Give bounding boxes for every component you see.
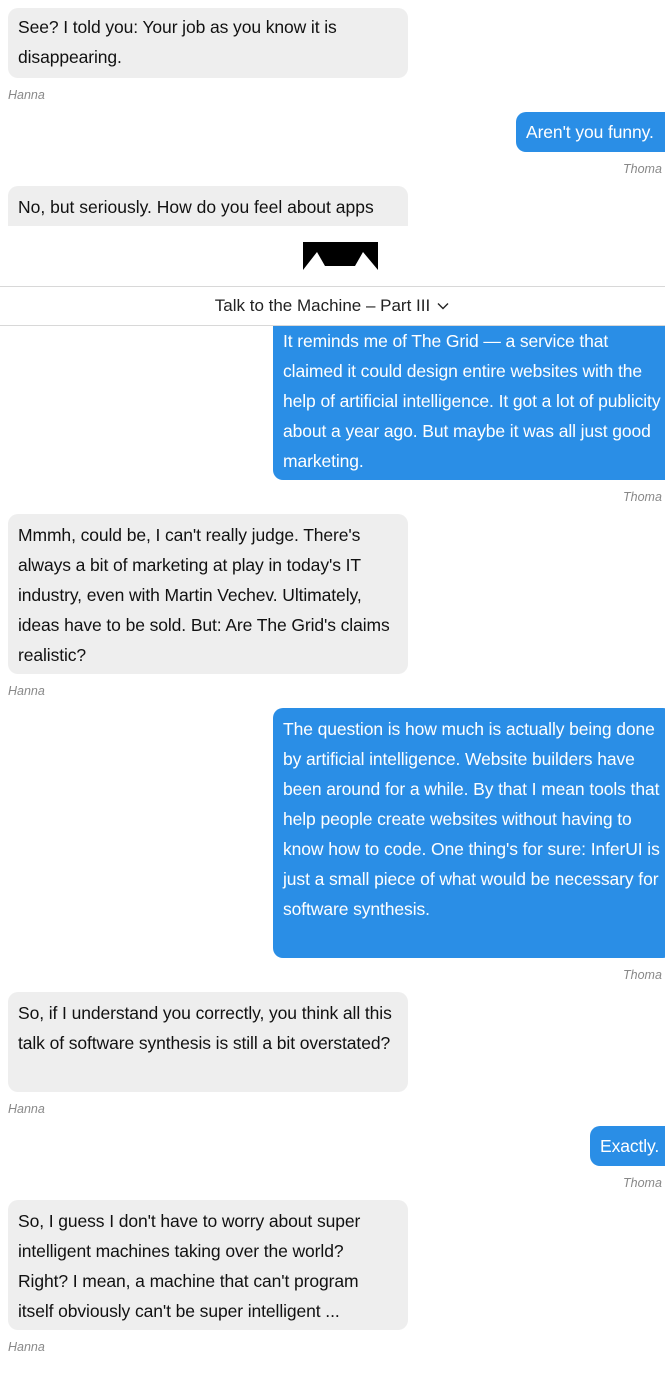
message-bubble-incoming: Mmmh, could be, I can't really judge. Th… — [8, 514, 408, 674]
sender-label: Hanna — [8, 1102, 45, 1116]
sender-label: Hanna — [8, 1340, 45, 1354]
message-text: Mmmh, could be, I can't really judge. Th… — [18, 525, 390, 665]
message-bubble-outgoing: It reminds me of The Grid — a service th… — [273, 326, 665, 480]
sender-label: Thoma — [623, 490, 662, 504]
sender-label: Thoma — [623, 1176, 662, 1190]
message-text: The question is how much is actually bei… — [283, 719, 660, 919]
chat-page: See? I told you: Your job as you know it… — [0, 0, 665, 1375]
message-bubble-incoming: So, if I understand you correctly, you t… — [8, 992, 408, 1092]
message-bubble-outgoing: Exactly. — [590, 1126, 665, 1166]
message-bubble-outgoing: Aren't you funny. — [516, 112, 665, 152]
section-header[interactable]: Talk to the Machine – Part III — [0, 286, 665, 326]
sender-label: Hanna — [8, 684, 45, 698]
message-text: No, but seriously. How do you feel about… — [18, 197, 374, 217]
message-text: Aren't you funny. — [526, 122, 654, 142]
chevron-down-icon — [437, 303, 449, 310]
sender-label: Hanna — [8, 88, 45, 102]
section-title: Talk to the Machine – Part III — [214, 296, 431, 315]
message-bubble-incoming: See? I told you: Your job as you know it… — [8, 8, 408, 78]
sender-label: Thoma — [623, 162, 662, 176]
message-text: See? I told you: Your job as you know it… — [18, 17, 337, 67]
sender-label: Thoma — [623, 968, 662, 982]
message-bubble-incoming: So, I guess I don't have to worry about … — [8, 1200, 408, 1330]
message-text: It reminds me of The Grid — a service th… — [283, 331, 661, 471]
message-text: So, I guess I don't have to worry about … — [18, 1211, 361, 1321]
message-bubble-incoming-clipped: No, but seriously. How do you feel about… — [8, 186, 408, 226]
message-text: Exactly. — [600, 1136, 660, 1156]
mountains-logo-icon — [303, 242, 378, 270]
message-bubble-outgoing: The question is how much is actually bei… — [273, 708, 665, 958]
message-text: So, if I understand you correctly, you t… — [18, 1003, 392, 1053]
